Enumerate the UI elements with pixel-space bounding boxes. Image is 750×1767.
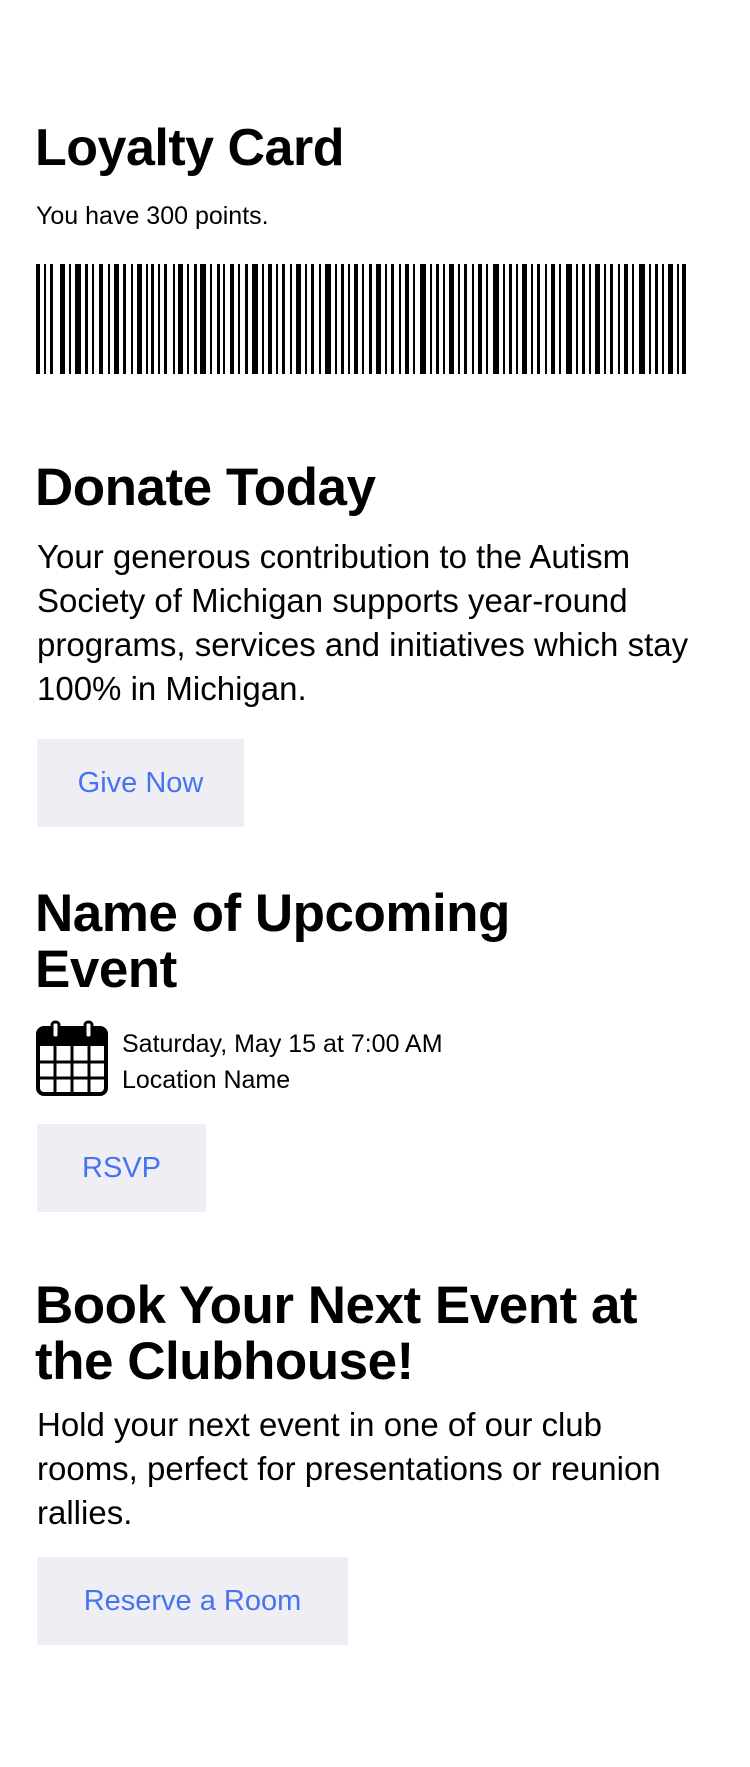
loyalty-card-title: Loyalty Card	[35, 119, 344, 177]
donate-title: Donate Today	[35, 458, 376, 517]
donate-description: Your generous contribution to the Autism…	[37, 538, 689, 707]
points-text: You have 300 points.	[36, 202, 269, 230]
barcode	[36, 264, 686, 374]
clubhouse-description: Hold your next event in one of our club …	[37, 1406, 661, 1531]
calendar-icon	[36, 1020, 108, 1096]
reserve-room-button[interactable]: Reserve a Room	[37, 1557, 348, 1645]
rsvp-button[interactable]: RSVP	[37, 1124, 206, 1212]
event-title: Name of Upcoming Event	[35, 884, 510, 999]
event-date-time: Saturday, May 15 at 7:00 AM	[122, 1030, 443, 1058]
give-now-button[interactable]: Give Now	[37, 739, 244, 827]
clubhouse-title: Book Your Next Event at the Clubhouse!	[35, 1276, 638, 1391]
page: Loyalty Card You have 300 points. Donate…	[0, 0, 750, 1767]
event-location: Location Name	[122, 1066, 291, 1094]
